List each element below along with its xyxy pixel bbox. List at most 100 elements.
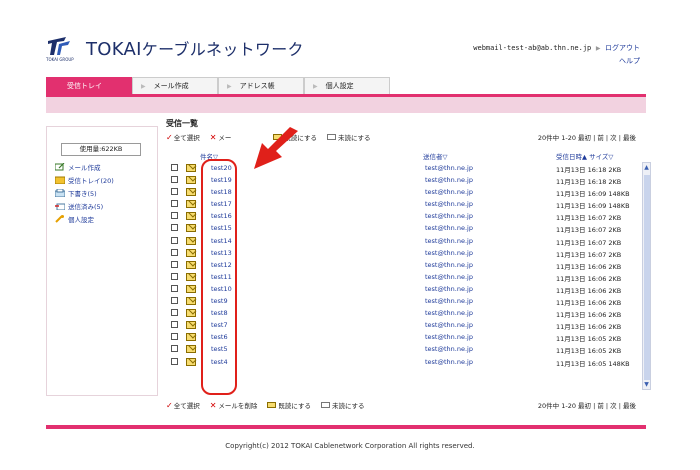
inbox-icon xyxy=(55,176,65,184)
row-date-size: 11月13日 16:07 2KB xyxy=(556,214,622,223)
row-checkbox[interactable] xyxy=(171,212,178,220)
sidebar-item-label: 受信トレイ(20) xyxy=(68,176,114,185)
row-checkbox[interactable] xyxy=(171,272,178,280)
copyright: Copyright(c) 2012 TOKAI Cablenetwork Cor… xyxy=(225,442,475,450)
scroll-up-icon[interactable]: ▲ xyxy=(643,163,650,172)
select-all-label: 全て選択 xyxy=(173,402,200,410)
row-checkbox[interactable] xyxy=(171,248,178,256)
row-checkbox[interactable] xyxy=(171,284,178,292)
tab-inbox[interactable]: 受信トレイ xyxy=(46,77,132,95)
header: TOKAI GROUP TOKAIケーブルネットワーク webmail-test… xyxy=(0,0,700,76)
select-all-button[interactable]: ✓ 全て選択 xyxy=(166,132,200,143)
envelope-icon xyxy=(186,164,196,172)
mail-table: 件名▽ 送信者▽ 受信日時▲ サイズ▽ test20 test@thn.ne.jp… xyxy=(166,151,651,390)
tab-address-book[interactable]: ▶ アドレス帳 xyxy=(218,77,304,95)
row-checkbox[interactable] xyxy=(171,297,178,305)
envelope-open-icon xyxy=(320,402,330,408)
checkmark-icon: ✓ xyxy=(166,132,173,142)
sidebar-item-sent[interactable]: 送信済み(5) xyxy=(55,199,157,212)
user-email: webmail-test-ab@ab.thn.ne.jp xyxy=(473,44,592,52)
pager[interactable]: 20件中 1-20 最初 | 前 | 次 | 最後 xyxy=(538,132,636,142)
main-panel: 受信一覧 ✓ 全て選択 ✕ メー 既読にする 未読にする 20件中 1-20 最初 … xyxy=(162,118,651,410)
envelope-icon xyxy=(186,212,196,221)
annotation-highlight xyxy=(201,159,237,395)
row-checkbox[interactable] xyxy=(171,321,178,329)
scrollbar[interactable]: ▲ ▼ xyxy=(642,162,651,390)
envelope-icon xyxy=(186,284,196,293)
envelope-icon xyxy=(186,248,196,257)
scroll-down-icon[interactable]: ▼ xyxy=(643,380,650,389)
column-from[interactable]: 送信者▽ xyxy=(423,151,448,161)
arrow-right-icon: ▶ xyxy=(227,83,232,90)
column-date-size[interactable]: 受信日時▲ サイズ▽ xyxy=(556,151,613,161)
envelope-icon xyxy=(186,321,196,330)
delete-button[interactable]: ✕ メー xyxy=(210,132,232,143)
row-checkbox[interactable] xyxy=(171,260,178,268)
row-checkbox[interactable] xyxy=(171,333,178,341)
tab-label: 個人設定 xyxy=(325,82,354,90)
envelope-icon xyxy=(186,260,196,269)
row-checkbox[interactable] xyxy=(171,164,178,171)
row-checkbox[interactable] xyxy=(171,345,178,353)
pager[interactable]: 20件中 1-20 最初 | 前 | 次 | 最後 xyxy=(538,400,636,410)
sidebar-item-label: メール作成 xyxy=(68,163,101,172)
row-checkbox[interactable] xyxy=(171,309,178,317)
sidebar-item-settings[interactable]: 個人設定 xyxy=(55,212,157,225)
arrow-right-icon: ▶ xyxy=(313,83,318,90)
envelope-icon xyxy=(186,236,196,245)
row-sender[interactable]: test@thn.ne.jp xyxy=(425,237,473,245)
mark-unread-button[interactable]: 未読にする xyxy=(320,400,365,410)
row-sender[interactable]: test@thn.ne.jp xyxy=(425,297,473,305)
mark-unread-button[interactable]: 未読にする xyxy=(326,132,371,142)
logout-link[interactable]: ログアウト xyxy=(605,44,640,52)
row-checkbox[interactable] xyxy=(171,357,178,365)
brand-name: TOKAIケーブルネットワーク xyxy=(86,36,304,60)
row-sender[interactable]: test@thn.ne.jp xyxy=(425,345,473,353)
row-sender[interactable]: test@thn.ne.jp xyxy=(425,321,473,329)
sidebar-item-label: 下書き(5) xyxy=(68,189,97,198)
sidebar-item-label: 個人設定 xyxy=(68,215,94,224)
row-checkbox[interactable] xyxy=(171,200,178,208)
tab-settings[interactable]: ▶ 個人設定 xyxy=(304,77,390,95)
tab-compose[interactable]: ▶ メール作成 xyxy=(132,77,218,95)
row-sender[interactable]: test@thn.ne.jp xyxy=(425,273,473,281)
delete-label: メー xyxy=(218,134,232,142)
row-sender[interactable]: test@thn.ne.jp xyxy=(425,285,473,293)
row-date-size: 11月13日 16:06 2KB xyxy=(556,262,622,271)
row-checkbox[interactable] xyxy=(171,224,178,232)
row-sender[interactable]: test@thn.ne.jp xyxy=(425,358,473,366)
logo-subtitle: TOKAI GROUP xyxy=(46,57,74,62)
envelope-icon xyxy=(186,309,196,318)
row-date-size: 11月13日 16:07 2KB xyxy=(556,226,622,235)
row-checkbox[interactable] xyxy=(171,188,178,196)
footer-rule xyxy=(46,425,646,429)
row-sender[interactable]: test@thn.ne.jp xyxy=(425,176,473,184)
row-sender[interactable]: test@thn.ne.jp xyxy=(425,164,473,172)
sidebar-item-inbox[interactable]: 受信トレイ(20) xyxy=(55,173,157,186)
row-date-size: 11月13日 16:07 2KB xyxy=(556,250,622,259)
select-all-button[interactable]: ✓ 全て選択 xyxy=(166,400,200,411)
row-sender[interactable]: test@thn.ne.jp xyxy=(425,224,473,232)
row-date-size: 11月13日 16:06 2KB xyxy=(556,274,622,283)
sidebar-item-drafts[interactable]: 下書き(5) xyxy=(55,186,157,199)
row-sender[interactable]: test@thn.ne.jp xyxy=(425,200,473,208)
envelope-icon xyxy=(186,188,196,197)
row-sender[interactable]: test@thn.ne.jp xyxy=(425,188,473,196)
row-checkbox[interactable] xyxy=(171,236,178,244)
scroll-thumb[interactable] xyxy=(644,175,650,380)
row-sender[interactable]: test@thn.ne.jp xyxy=(425,261,473,269)
mark-read-button[interactable]: 既読にする xyxy=(267,400,311,410)
mark-read-label: 既読にする xyxy=(278,402,311,410)
help-link[interactable]: ヘルプ xyxy=(473,56,640,66)
row-sender[interactable]: test@thn.ne.jp xyxy=(425,212,473,220)
row-sender[interactable]: test@thn.ne.jp xyxy=(425,333,473,341)
row-sender[interactable]: test@thn.ne.jp xyxy=(425,309,473,317)
envelope-icon xyxy=(186,333,196,342)
tab-label: アドレス帳 xyxy=(239,82,275,90)
annotation-arrow-icon xyxy=(254,127,298,169)
row-checkbox[interactable] xyxy=(171,176,178,184)
row-sender[interactable]: test@thn.ne.jp xyxy=(425,249,473,257)
row-date-size: 11月13日 16:06 2KB xyxy=(556,286,622,295)
sidebar-item-compose[interactable]: メール作成 xyxy=(55,160,157,173)
delete-button[interactable]: ✕ メールを削除 xyxy=(210,400,258,411)
